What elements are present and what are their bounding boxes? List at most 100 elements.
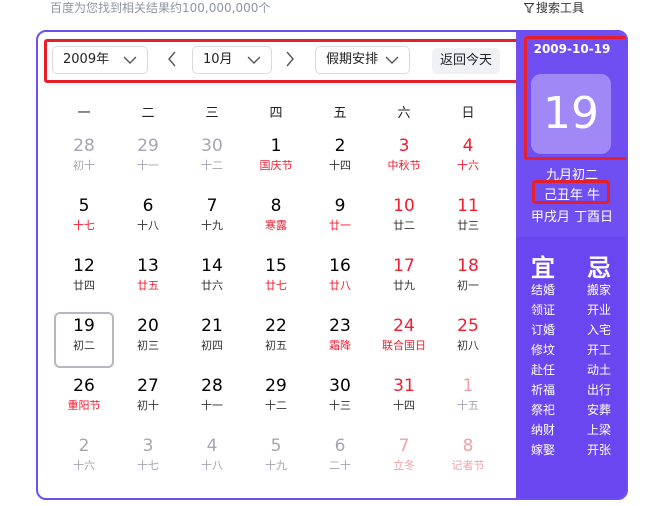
next-month-arrow[interactable] [284, 50, 296, 68]
lunar-label: 初八 [457, 339, 479, 352]
lunar-label: 十九 [265, 459, 287, 472]
day-cell[interactable]: 30 十三 [310, 372, 370, 428]
day-cell[interactable]: 17 廿九 [374, 252, 434, 308]
day-cell[interactable]: 16 廿八 [310, 252, 370, 308]
day-cell[interactable]: 27 初十 [118, 372, 178, 428]
day-cell[interactable]: 5 十七 [54, 192, 114, 248]
lunar-label: 霜降 [329, 339, 351, 352]
day-cell[interactable]: 31 十四 [374, 372, 434, 428]
lunar-label: 寒露 [265, 219, 287, 232]
day-number: 24 [393, 316, 415, 336]
day-cell[interactable]: 3 十七 [118, 432, 178, 488]
day-number: 6 [142, 196, 154, 216]
day-cell[interactable]: 8 寒露 [246, 192, 306, 248]
search-tools-button[interactable]: 搜索工具 [524, 0, 584, 16]
yi-item: 祭祀 [530, 403, 555, 417]
lunar-label: 十二 [265, 399, 287, 412]
day-cell[interactable]: 1 国庆节 [246, 132, 306, 188]
day-cell[interactable]: 29 十一 [118, 132, 178, 188]
day-cell[interactable]: 20 初三 [118, 312, 178, 368]
ji-item: 开工 [586, 343, 611, 357]
day-cell-selected[interactable]: 19 初二 [54, 312, 114, 368]
day-number: 6 [334, 436, 346, 456]
lunar-label: 初三 [137, 339, 159, 352]
lunar-label: 初十 [137, 399, 159, 412]
ji-item: 开张 [586, 443, 611, 457]
filter-icon [524, 3, 534, 13]
ji-item: 出行 [586, 383, 611, 397]
lunar-label: 廿七 [265, 279, 287, 292]
day-number: 10 [393, 196, 415, 216]
day-cell[interactable]: 2 十六 [54, 432, 114, 488]
day-cell[interactable]: 6 二十 [310, 432, 370, 488]
day-cell[interactable]: 25 初八 [438, 312, 498, 368]
day-number: 30 [201, 136, 223, 156]
holiday-select[interactable]: 假期安排 [315, 46, 410, 74]
day-cell[interactable]: 3 中秋节 [374, 132, 434, 188]
day-cell[interactable]: 13 廿五 [118, 252, 178, 308]
day-cell[interactable]: 1 十五 [438, 372, 498, 428]
back-to-today-button[interactable]: 返回今天 [432, 48, 500, 74]
month-select-value: 10月 [203, 52, 233, 67]
day-number: 28 [73, 136, 95, 156]
day-cell[interactable]: 26 重阳节 [54, 372, 114, 428]
lunar-label: 十七 [73, 219, 95, 232]
yi-item: 祈福 [530, 383, 555, 397]
day-cell[interactable]: 22 初五 [246, 312, 306, 368]
day-cell[interactable]: 7 立冬 [374, 432, 434, 488]
day-cell[interactable]: 28 十一 [182, 372, 242, 428]
day-number: 5 [270, 436, 282, 456]
day-number: 8 [462, 436, 474, 456]
day-cell[interactable]: 30 十二 [182, 132, 242, 188]
day-number: 13 [137, 256, 159, 276]
prev-month-arrow[interactable] [166, 50, 178, 68]
day-cell[interactable]: 9 廿一 [310, 192, 370, 248]
lunar-label: 十一 [137, 159, 159, 172]
day-cell[interactable]: 4 十六 [438, 132, 498, 188]
lunar-label: 立冬 [393, 459, 415, 472]
day-number: 18 [457, 256, 479, 276]
day-cell[interactable]: 29 十二 [246, 372, 306, 428]
day-cell[interactable]: 28 初十 [54, 132, 114, 188]
chevron-down-icon [385, 56, 399, 64]
day-cell[interactable]: 6 十八 [118, 192, 178, 248]
weekday-label: 四 [269, 106, 283, 121]
day-cell[interactable]: 5 十九 [246, 432, 306, 488]
chevron-down-icon [247, 56, 261, 64]
lunar-label: 十五 [457, 399, 479, 412]
day-number: 2 [78, 436, 90, 456]
day-cell[interactable]: 8 记者节 [438, 432, 498, 488]
day-number: 27 [137, 376, 159, 396]
day-cell[interactable]: 15 廿七 [246, 252, 306, 308]
lunar-label: 国庆节 [259, 159, 293, 172]
day-cell[interactable]: 24 联合国日 [374, 312, 434, 368]
day-cell[interactable]: 4 十八 [182, 432, 242, 488]
day-cell[interactable]: 11 廿三 [438, 192, 498, 248]
month-select[interactable]: 10月 [192, 46, 272, 74]
ji-title: 忌 [587, 254, 611, 282]
day-number: 21 [201, 316, 223, 336]
day-cell[interactable]: 21 初四 [182, 312, 242, 368]
weekday-label: 三 [205, 106, 219, 121]
day-number: 28 [201, 376, 223, 396]
day-cell[interactable]: 12 廿四 [54, 252, 114, 308]
day-number: 30 [329, 376, 351, 396]
year-select[interactable]: 2009年 [52, 46, 148, 74]
day-number: 7 [206, 196, 218, 216]
lunar-label: 中秋节 [387, 159, 421, 172]
ganzhi-date: 甲戌月 丁酉日 [530, 210, 614, 225]
lunar-label: 廿九 [393, 279, 415, 292]
calendar-widget: 2009年 10月 假期安排 返回今天 一二三四五六日 28 初十 29 十一 30 十二… [36, 30, 628, 500]
day-number: 4 [206, 436, 218, 456]
yi-item: 订婚 [530, 323, 555, 337]
day-cell[interactable]: 18 初一 [438, 252, 498, 308]
lunar-label: 廿五 [137, 279, 159, 292]
day-number: 9 [334, 196, 346, 216]
day-cell[interactable]: 2 十四 [310, 132, 370, 188]
day-number: 14 [201, 256, 223, 276]
yi-title: 宜 [531, 254, 555, 282]
day-cell[interactable]: 10 廿二 [374, 192, 434, 248]
day-cell[interactable]: 14 廿六 [182, 252, 242, 308]
day-cell[interactable]: 23 霜降 [310, 312, 370, 368]
day-cell[interactable]: 7 十九 [182, 192, 242, 248]
